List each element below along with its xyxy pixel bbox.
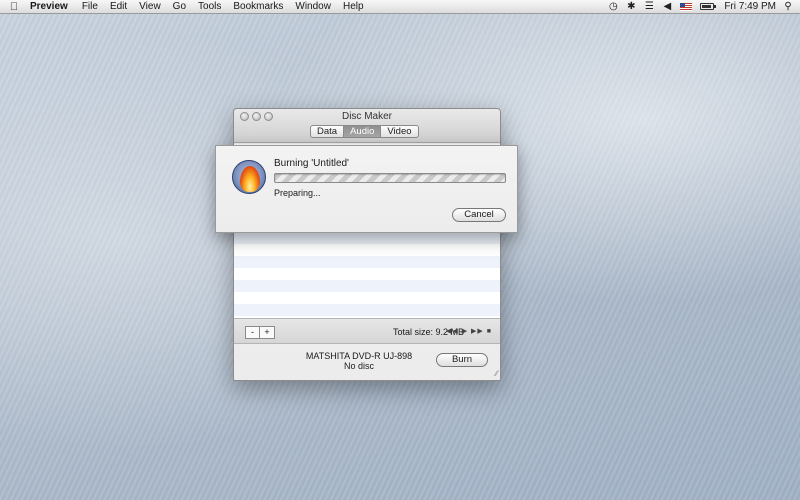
menu-view[interactable]: View (133, 0, 167, 14)
cancel-button[interactable]: Cancel (452, 208, 506, 222)
burn-flame-icon (232, 160, 266, 194)
list-item[interactable] (234, 292, 500, 304)
burn-progress-sheet: Burning 'Untitled' Preparing... Cancel (215, 145, 518, 233)
apple-icon[interactable]:  (0, 1, 22, 13)
menu-file[interactable]: File (76, 0, 104, 14)
drive-name: MATSHITA DVD-R UJ-898 (305, 351, 413, 361)
add-remove-controls: - + (245, 326, 275, 339)
drive-panel: MATSHITA DVD-R UJ-898 No disc Burn ∕∕ (234, 345, 500, 380)
mode-tabs: Data Audio Video (310, 125, 419, 138)
menu-window[interactable]: Window (289, 0, 337, 14)
list-item[interactable] (234, 268, 500, 280)
status-area: ◷ ✱ ☰ ◀ Fri 7:49 PM ⚲ (604, 0, 800, 14)
list-item[interactable] (234, 304, 500, 316)
remove-track-button[interactable]: - (245, 326, 260, 339)
volume-icon[interactable]: ◀ (658, 0, 676, 14)
drive-status: No disc (343, 361, 374, 371)
resize-grip-icon[interactable]: ∕∕ (495, 370, 498, 378)
title-bar[interactable]: Disc Maker Data Audio Video (234, 109, 500, 143)
play-icon[interactable]: ▶ (462, 328, 468, 335)
sheet-title: Burning 'Untitled' (274, 158, 349, 169)
menu-clock[interactable]: Fri 7:49 PM (718, 1, 784, 12)
burn-progress-bar (274, 173, 506, 183)
menu-edit[interactable]: Edit (104, 0, 133, 14)
track-rows (234, 232, 500, 318)
list-item[interactable] (234, 232, 500, 244)
wifi-icon[interactable]: ☰ (640, 0, 658, 14)
menu-help[interactable]: Help (337, 0, 370, 14)
tab-data[interactable]: Data (311, 126, 345, 137)
drive-info: MATSHITA DVD-R UJ-898 No disc (304, 351, 414, 371)
list-item[interactable] (234, 256, 500, 268)
tab-video[interactable]: Video (381, 126, 417, 137)
menu-tools[interactable]: Tools (192, 0, 227, 14)
menu-bookmarks[interactable]: Bookmarks (227, 0, 289, 14)
list-item[interactable] (234, 280, 500, 292)
time-machine-icon[interactable]: ◷ (604, 0, 622, 14)
window-title: Disc Maker (341, 111, 392, 122)
flag-us-icon[interactable] (680, 2, 693, 11)
fast-forward-icon[interactable]: ▶▶ (471, 328, 484, 335)
spotlight-icon[interactable]: ⚲ (784, 1, 800, 12)
menu-bar:  Preview File Edit View Go Tools Bookma… (0, 0, 800, 14)
bluetooth-icon[interactable]: ✱ (622, 0, 640, 14)
tab-audio[interactable]: Audio (344, 126, 382, 137)
battery-icon[interactable] (700, 3, 717, 10)
add-track-button[interactable]: + (260, 326, 275, 339)
list-toolbar: - + Total size: 9.2 MB ◀◀ ▶ ▶▶ ■ (234, 318, 500, 344)
playback-controls: ◀◀ ▶ ▶▶ ■ (446, 327, 492, 335)
burn-button[interactable]: Burn (436, 353, 488, 367)
flame-icon (240, 166, 260, 192)
rewind-icon[interactable]: ◀◀ (446, 328, 459, 335)
menu-app-preview[interactable]: Preview (22, 0, 76, 14)
sheet-status: Preparing... (274, 188, 321, 198)
list-item[interactable] (234, 244, 500, 256)
menu-go[interactable]: Go (167, 0, 192, 14)
stop-icon[interactable]: ■ (487, 328, 492, 335)
